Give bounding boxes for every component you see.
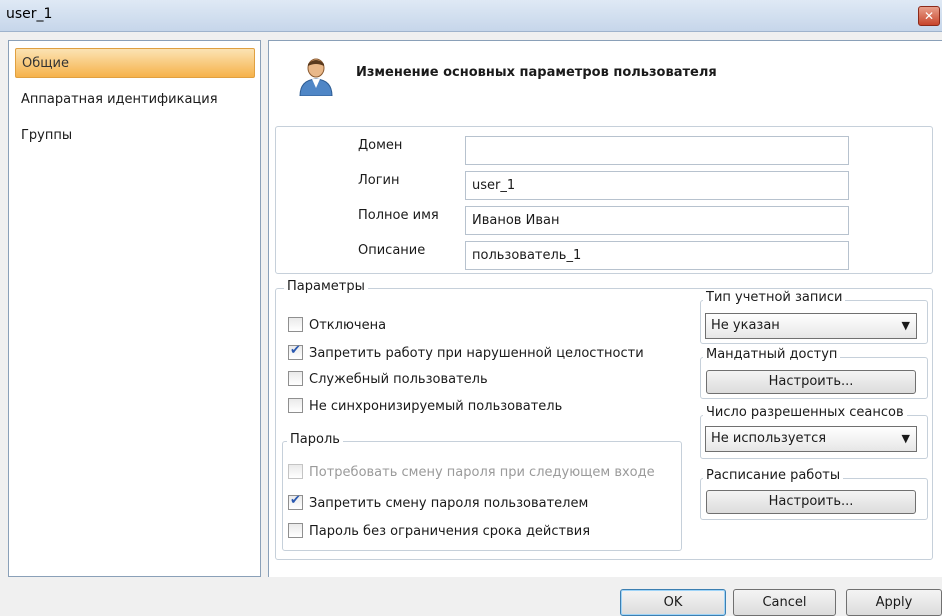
account-type-select[interactable]: Не указан ▼	[705, 313, 917, 339]
window-title: user_1	[6, 6, 53, 22]
sidebar-item-hardware-id[interactable]: Аппаратная идентификация	[15, 85, 255, 115]
schedule-legend: Расписание работы	[703, 468, 844, 483]
checkbox-forbid-change[interactable]: Запретить смену пароля пользователем	[288, 493, 589, 511]
sessions-legend: Число разрешенных сеансов	[703, 405, 907, 420]
chevron-down-icon: ▼	[901, 319, 910, 332]
checkbox-disabled-account[interactable]: Отключена	[288, 317, 386, 333]
checkbox-label: Потребовать смену пароля при следующем в…	[309, 465, 655, 480]
fullname-field[interactable]: Иванов Иван	[465, 206, 849, 235]
close-icon: ✕	[923, 9, 935, 23]
sessions-value: Не используется	[711, 431, 827, 446]
checkbox-label: Пароль без ограничения срока действия	[309, 524, 591, 539]
domain-label: Домен	[358, 138, 403, 153]
cancel-button[interactable]: Cancel	[733, 589, 836, 616]
chevron-down-icon: ▼	[901, 432, 910, 445]
checkbox-service-user[interactable]: Служебный пользователь	[288, 371, 488, 387]
sidebar-item-general[interactable]: Общие	[15, 48, 255, 78]
page-title: Изменение основных параметров пользовате…	[356, 65, 717, 80]
close-button[interactable]: ✕	[918, 6, 940, 26]
checkbox[interactable]	[288, 523, 303, 538]
checkbox[interactable]	[288, 371, 303, 386]
fullname-label: Полное имя	[358, 208, 439, 223]
ok-button[interactable]: OK	[620, 589, 726, 616]
parameters-legend: Параметры	[284, 279, 368, 294]
title-bar: user_1 ✕	[0, 0, 942, 32]
description-field[interactable]: пользователь_1	[465, 241, 849, 270]
sidebar: Общие Аппаратная идентификация Группы	[8, 40, 261, 577]
checkbox-label: Не синхронизируемый пользователь	[309, 399, 563, 414]
description-label: Описание	[358, 243, 426, 258]
sessions-select[interactable]: Не используется ▼	[705, 426, 917, 452]
password-legend: Пароль	[287, 432, 343, 447]
checkbox-label: Отключена	[309, 318, 387, 333]
account-type-value: Не указан	[711, 318, 780, 333]
checkbox-no-sync[interactable]: Не синхронизируемый пользователь	[288, 398, 562, 414]
checkbox-integrity-block[interactable]: Запретить работу при нарушенной целостно…	[288, 343, 644, 361]
checkbox-require-change: Потребовать смену пароля при следующем в…	[288, 464, 655, 480]
account-type-legend: Тип учетной записи	[703, 290, 846, 305]
login-field[interactable]: user_1	[465, 171, 849, 200]
checkbox[interactable]	[288, 343, 303, 360]
checkbox[interactable]	[288, 398, 303, 413]
checkbox[interactable]	[288, 317, 303, 332]
user-icon	[299, 58, 333, 96]
sidebar-item-groups[interactable]: Группы	[15, 121, 255, 151]
checkbox	[288, 464, 303, 479]
mandatory-configure-button[interactable]: Настроить...	[706, 370, 916, 394]
checkbox-label: Запретить работу при нарушенной целостно…	[309, 346, 644, 361]
checkbox-label: Запретить смену пароля пользователем	[309, 496, 589, 511]
checkbox[interactable]	[288, 493, 303, 510]
mandatory-access-legend: Мандатный доступ	[703, 347, 841, 362]
apply-button[interactable]: Apply	[846, 589, 942, 616]
login-label: Логин	[358, 173, 400, 188]
domain-field[interactable]	[465, 136, 849, 165]
schedule-configure-button[interactable]: Настроить...	[706, 490, 916, 514]
checkbox-label: Служебный пользователь	[309, 372, 488, 387]
checkbox-no-expiry[interactable]: Пароль без ограничения срока действия	[288, 523, 590, 539]
